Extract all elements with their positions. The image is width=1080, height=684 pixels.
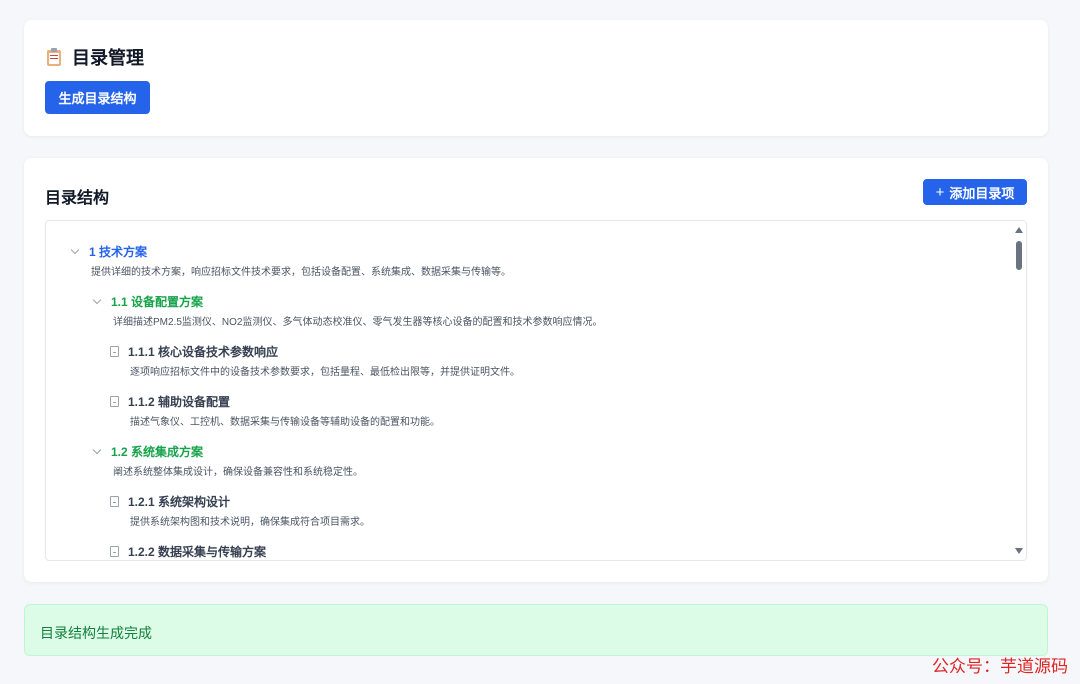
section-title: 目录结构 (45, 190, 110, 207)
document-icon (110, 496, 119, 507)
status-message: 目录结构生成完成 (40, 625, 152, 641)
tree-node-label[interactable]: 1.2.1 系统架构设计 (128, 493, 230, 510)
tree-container[interactable]: 1 技术方案提供详细的技术方案，响应招标文件技术要求，包括设备配置、系统集成、数… (45, 220, 1027, 561)
scroll-up-arrow-icon[interactable] (1015, 227, 1023, 233)
title-row: 目录管理 (46, 44, 144, 70)
tree-node-description: 提供详细的技术方案，响应招标文件技术要求，包括设备配置、系统集成、数据采集与传输… (91, 267, 511, 278)
tree-node-description: 描述气象仪、工控机、数据采集与传输设备等辅助设备的配置和功能。 (130, 417, 440, 428)
catalog-header-card: 目录管理 生成目录结构 (24, 20, 1048, 136)
tree-list: 1 技术方案提供详细的技术方案，响应招标文件技术要求，包括设备配置、系统集成、数… (46, 221, 1012, 560)
document-icon (110, 346, 119, 357)
tree-node-label[interactable]: 1.2 系统集成方案 (111, 443, 203, 460)
tree-node-header[interactable]: 1.2.2 数据采集与传输方案 (110, 543, 266, 560)
tree-node-description: 阐述系统整体集成设计，确保设备兼容性和系统稳定性。 (113, 467, 363, 478)
document-icon (110, 546, 119, 557)
watermark: 公众号：芋道源码 (932, 657, 1068, 676)
scrollbar-thumb[interactable] (1016, 241, 1022, 270)
tree-node-description: 详细描述PM2.5监测仪、NO2监测仪、多气体动态校准仪、零气发生器等核心设备的… (113, 317, 603, 328)
catalog-tree-card: 目录结构 + 添加目录项 1 技术方案提供详细的技术方案，响应招标文件技术要求，… (24, 158, 1048, 582)
plus-icon: + (935, 183, 945, 201)
tree-node-label[interactable]: 1.1.2 辅助设备配置 (128, 393, 230, 410)
tree-node-header[interactable]: 1.2.1 系统架构设计 (110, 493, 230, 510)
chevron-down-icon[interactable] (70, 247, 80, 257)
add-item-label: 添加目录项 (949, 185, 1015, 201)
clipboard-icon (46, 48, 62, 66)
tree-node-label[interactable]: 1 技术方案 (89, 243, 147, 260)
status-message-bar: 目录结构生成完成 (24, 604, 1048, 656)
scroll-down-arrow-icon[interactable] (1015, 548, 1023, 554)
document-icon (110, 396, 119, 407)
tree-node-header[interactable]: 1.1.2 辅助设备配置 (110, 393, 230, 410)
tree-node-header[interactable]: 1.1.1 核心设备技术参数响应 (110, 343, 278, 360)
vertical-scrollbar[interactable] (1012, 221, 1026, 560)
chevron-down-icon[interactable] (92, 447, 102, 457)
page-title: 目录管理 (72, 48, 144, 68)
tree-node-description: 逐项响应招标文件中的设备技术参数要求，包括量程、最低检出限等，并提供证明文件。 (130, 367, 520, 378)
tree-node-header[interactable]: 1.1 设备配置方案 (92, 293, 203, 310)
tree-node-header[interactable]: 1 技术方案 (70, 243, 147, 260)
tree-node-label[interactable]: 1.2.2 数据采集与传输方案 (128, 543, 266, 560)
add-item-button[interactable]: + 添加目录项 (923, 179, 1027, 205)
chevron-down-icon[interactable] (92, 297, 102, 307)
tree-node-label[interactable]: 1.1.1 核心设备技术参数响应 (128, 343, 278, 360)
tree-node-header[interactable]: 1.2 系统集成方案 (92, 443, 203, 460)
generate-structure-button[interactable]: 生成目录结构 (45, 81, 150, 114)
tree-node-description: 提供系统架构图和技术说明，确保集成符合项目需求。 (130, 517, 370, 528)
tree-node-label[interactable]: 1.1 设备配置方案 (111, 293, 203, 310)
